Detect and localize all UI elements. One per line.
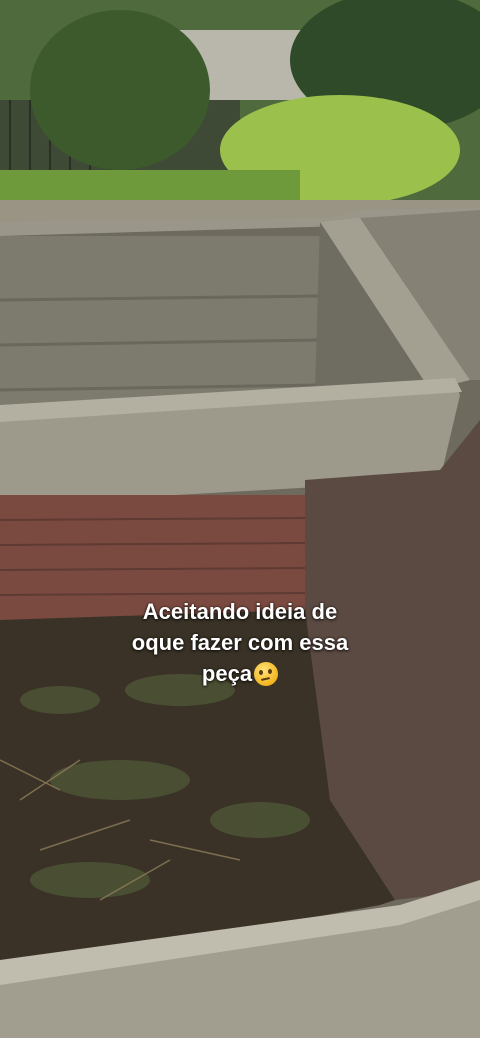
caption-line-3-wrap: peça <box>40 658 440 689</box>
thinking-face-icon <box>254 662 279 686</box>
caption-line-2: oque fazer com essa <box>131 630 349 655</box>
video-caption: Aceitando ideia de oque fazer com essa p… <box>40 596 440 689</box>
photo-background <box>0 0 480 1038</box>
tree-left <box>30 10 210 170</box>
caption-line-3: peça <box>201 661 253 686</box>
caption-line-1: Aceitando ideia de <box>142 599 338 624</box>
